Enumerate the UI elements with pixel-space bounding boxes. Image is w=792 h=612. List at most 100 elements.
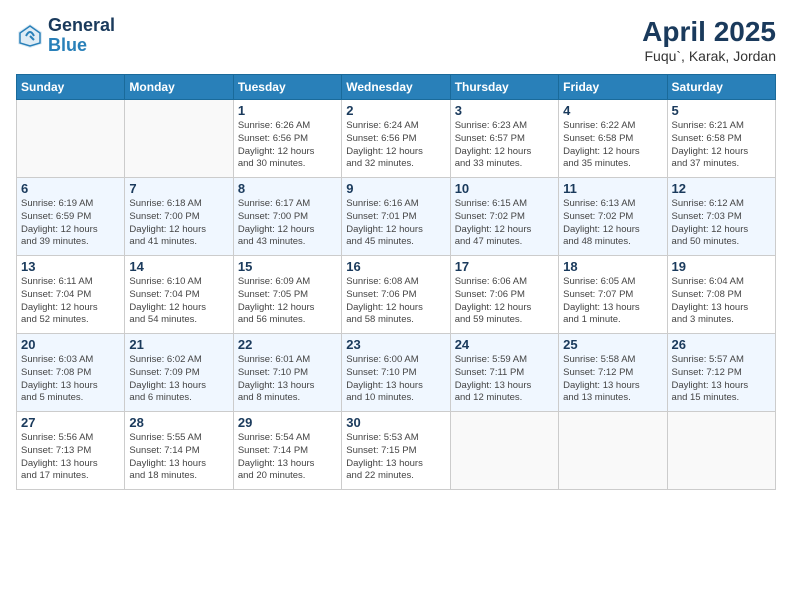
- day-number: 28: [129, 415, 228, 430]
- day-number: 7: [129, 181, 228, 196]
- day-info: Sunrise: 6:11 AMSunset: 7:04 PMDaylight:…: [21, 276, 120, 327]
- calendar-day-cell: 9Sunrise: 6:16 AMSunset: 7:01 PMDaylight…: [342, 178, 450, 256]
- weekday-header-row: Sunday Monday Tuesday Wednesday Thursday…: [17, 75, 776, 100]
- day-info: Sunrise: 6:24 AMSunset: 6:56 PMDaylight:…: [346, 120, 445, 171]
- calendar-day-cell: 15 Sunrise: 6:09 AMSunset: 7:05 PMDayligh…: [233, 256, 341, 334]
- calendar-week-row: 27 Sunrise: 5:56 AMSunset: 7:13 PMDayligh…: [17, 412, 776, 490]
- day-number: 26: [672, 337, 771, 352]
- calendar-day-cell: 23Sunrise: 6:00 AMSunset: 7:10 PMDayligh…: [342, 334, 450, 412]
- page-container: General Blue April 2025 Fuqu`, Karak, Jo…: [0, 0, 792, 612]
- calendar-day-cell: 2 Sunrise: 6:24 AMSunset: 6:56 PMDaylight…: [342, 100, 450, 178]
- header-sunday: Sunday: [17, 75, 125, 100]
- day-number: 19: [672, 259, 771, 274]
- calendar-week-row: 13 Sunrise: 6:11 AMSunset: 7:04 PMDayligh…: [17, 256, 776, 334]
- calendar-day-cell: 3 Sunrise: 6:23 AMSunset: 6:57 PMDaylight…: [450, 100, 558, 178]
- header-wednesday: Wednesday: [342, 75, 450, 100]
- header: General Blue April 2025 Fuqu`, Karak, Jo…: [16, 16, 776, 64]
- header-thursday: Thursday: [450, 75, 558, 100]
- calendar-day-cell: 27 Sunrise: 5:56 AMSunset: 7:13 PMDayligh…: [17, 412, 125, 490]
- calendar-day-cell: 13 Sunrise: 6:11 AMSunset: 7:04 PMDayligh…: [17, 256, 125, 334]
- calendar-day-cell: 14Sunrise: 6:10 AMSunset: 7:04 PMDayligh…: [125, 256, 233, 334]
- day-number: 15: [238, 259, 337, 274]
- day-number: 6: [21, 181, 120, 196]
- calendar-day-cell: 5Sunrise: 6:21 AMSunset: 6:58 PMDaylight…: [667, 100, 775, 178]
- day-info: Sunrise: 5:54 AMSunset: 7:14 PMDaylight:…: [238, 432, 337, 483]
- day-info: Sunrise: 6:15 AMSunset: 7:02 PMDaylight:…: [455, 198, 554, 249]
- calendar-day-cell: 29 Sunrise: 5:54 AMSunset: 7:14 PMDayligh…: [233, 412, 341, 490]
- day-number: 12: [672, 181, 771, 196]
- day-info: Sunrise: 6:23 AMSunset: 6:57 PMDaylight:…: [455, 120, 554, 171]
- calendar-day-cell: 6 Sunrise: 6:19 AMSunset: 6:59 PMDaylight…: [17, 178, 125, 256]
- calendar-day-cell: [559, 412, 667, 490]
- day-info: Sunrise: 6:02 AMSunset: 7:09 PMDaylight:…: [129, 354, 228, 405]
- calendar-day-cell: 19 Sunrise: 6:04 AMSunset: 7:08 PMDayligh…: [667, 256, 775, 334]
- calendar-day-cell: [17, 100, 125, 178]
- day-info: Sunrise: 5:53 AMSunset: 7:15 PMDaylight:…: [346, 432, 445, 483]
- day-number: 2: [346, 103, 445, 118]
- day-info: Sunrise: 6:12 AMSunset: 7:03 PMDaylight:…: [672, 198, 771, 249]
- calendar-day-cell: 4 Sunrise: 6:22 AMSunset: 6:58 PMDaylight…: [559, 100, 667, 178]
- calendar-day-cell: [450, 412, 558, 490]
- calendar-week-row: 6 Sunrise: 6:19 AMSunset: 6:59 PMDaylight…: [17, 178, 776, 256]
- day-info: Sunrise: 6:18 AMSunset: 7:00 PMDaylight:…: [129, 198, 228, 249]
- calendar-day-cell: 1Sunrise: 6:26 AMSunset: 6:56 PMDaylight…: [233, 100, 341, 178]
- day-number: 18: [563, 259, 662, 274]
- title-section: April 2025 Fuqu`, Karak, Jordan: [642, 16, 776, 64]
- day-info: Sunrise: 6:13 AMSunset: 7:02 PMDaylight:…: [563, 198, 662, 249]
- calendar-day-cell: 10Sunrise: 6:15 AMSunset: 7:02 PMDayligh…: [450, 178, 558, 256]
- day-number: 5: [672, 103, 771, 118]
- calendar-day-cell: 24Sunrise: 5:59 AMSunset: 7:11 PMDayligh…: [450, 334, 558, 412]
- day-info: Sunrise: 6:08 AMSunset: 7:06 PMDaylight:…: [346, 276, 445, 327]
- location: Fuqu`, Karak, Jordan: [642, 48, 776, 64]
- calendar-day-cell: 22 Sunrise: 6:01 AMSunset: 7:10 PMDayligh…: [233, 334, 341, 412]
- logo-icon: [16, 22, 44, 50]
- calendar-day-cell: 8 Sunrise: 6:17 AMSunset: 7:00 PMDaylight…: [233, 178, 341, 256]
- day-number: 17: [455, 259, 554, 274]
- day-number: 27: [21, 415, 120, 430]
- day-number: 14: [129, 259, 228, 274]
- header-monday: Monday: [125, 75, 233, 100]
- calendar-day-cell: 21Sunrise: 6:02 AMSunset: 7:09 PMDayligh…: [125, 334, 233, 412]
- day-number: 3: [455, 103, 554, 118]
- header-tuesday: Tuesday: [233, 75, 341, 100]
- day-number: 25: [563, 337, 662, 352]
- header-saturday: Saturday: [667, 75, 775, 100]
- day-number: 24: [455, 337, 554, 352]
- month-title: April 2025: [642, 16, 776, 48]
- day-number: 13: [21, 259, 120, 274]
- day-info: Sunrise: 6:22 AMSunset: 6:58 PMDaylight:…: [563, 120, 662, 171]
- day-info: Sunrise: 6:26 AMSunset: 6:56 PMDaylight:…: [238, 120, 337, 171]
- day-info: Sunrise: 6:17 AMSunset: 7:00 PMDaylight:…: [238, 198, 337, 249]
- day-info: Sunrise: 6:06 AMSunset: 7:06 PMDaylight:…: [455, 276, 554, 327]
- logo-general: General: [48, 16, 115, 36]
- day-number: 16: [346, 259, 445, 274]
- calendar-day-cell: 26Sunrise: 5:57 AMSunset: 7:12 PMDayligh…: [667, 334, 775, 412]
- day-number: 8: [238, 181, 337, 196]
- day-info: Sunrise: 6:05 AMSunset: 7:07 PMDaylight:…: [563, 276, 662, 327]
- day-info: Sunrise: 6:03 AMSunset: 7:08 PMDaylight:…: [21, 354, 120, 405]
- day-number: 20: [21, 337, 120, 352]
- calendar-week-row: 1Sunrise: 6:26 AMSunset: 6:56 PMDaylight…: [17, 100, 776, 178]
- day-info: Sunrise: 6:19 AMSunset: 6:59 PMDaylight:…: [21, 198, 120, 249]
- day-info: Sunrise: 6:09 AMSunset: 7:05 PMDaylight:…: [238, 276, 337, 327]
- calendar-day-cell: [125, 100, 233, 178]
- day-number: 22: [238, 337, 337, 352]
- day-info: Sunrise: 6:01 AMSunset: 7:10 PMDaylight:…: [238, 354, 337, 405]
- day-info: Sunrise: 5:58 AMSunset: 7:12 PMDaylight:…: [563, 354, 662, 405]
- day-info: Sunrise: 6:16 AMSunset: 7:01 PMDaylight:…: [346, 198, 445, 249]
- calendar-table: Sunday Monday Tuesday Wednesday Thursday…: [16, 74, 776, 490]
- day-number: 11: [563, 181, 662, 196]
- calendar-day-cell: 18 Sunrise: 6:05 AMSunset: 7:07 PMDayligh…: [559, 256, 667, 334]
- calendar-day-cell: 30 Sunrise: 5:53 AMSunset: 7:15 PMDayligh…: [342, 412, 450, 490]
- logo: General Blue: [16, 16, 115, 56]
- day-number: 23: [346, 337, 445, 352]
- calendar-day-cell: 16 Sunrise: 6:08 AMSunset: 7:06 PMDayligh…: [342, 256, 450, 334]
- day-info: Sunrise: 5:56 AMSunset: 7:13 PMDaylight:…: [21, 432, 120, 483]
- day-number: 30: [346, 415, 445, 430]
- calendar-day-cell: 7 Sunrise: 6:18 AMSunset: 7:00 PMDaylight…: [125, 178, 233, 256]
- day-info: Sunrise: 6:04 AMSunset: 7:08 PMDaylight:…: [672, 276, 771, 327]
- calendar-day-cell: 17 Sunrise: 6:06 AMSunset: 7:06 PMDayligh…: [450, 256, 558, 334]
- logo-text: General Blue: [48, 16, 115, 56]
- day-number: 29: [238, 415, 337, 430]
- day-number: 4: [563, 103, 662, 118]
